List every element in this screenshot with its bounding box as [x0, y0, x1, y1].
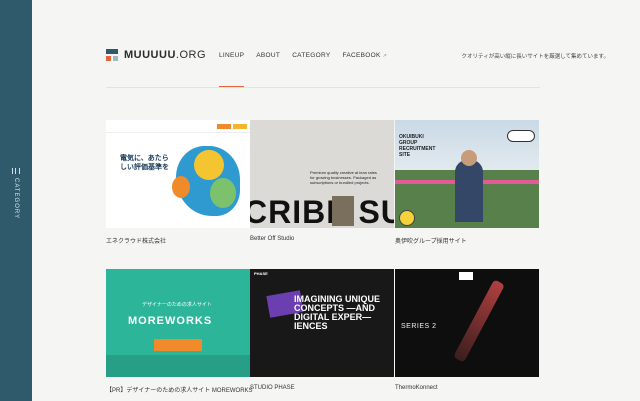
site-card[interactable]: Premium quality creative at lean rates f…: [250, 120, 394, 242]
site-thumbnail[interactable]: 電気に、あたらしい評価基準を: [106, 120, 250, 228]
thumb-logo: MOREWORKS: [128, 315, 213, 327]
site-thumbnail[interactable]: Premium quality creative at lean rates f…: [250, 120, 394, 228]
site-thumbnail[interactable]: SERIES 2: [395, 269, 539, 377]
logo-text: MUUUUU.ORG: [124, 49, 207, 61]
card-title[interactable]: エネクラウド株式会社: [106, 236, 250, 245]
nav-facebook[interactable]: FACEBOOK ↗: [342, 52, 387, 87]
thumb-headline: IMAGINING UNIQUE CONCEPTS —AND DIGITAL E…: [294, 294, 381, 331]
nav-lineup[interactable]: LINEUP: [219, 52, 245, 87]
site-card[interactable]: SERIES 2 ThermoKonnect: [395, 269, 539, 391]
card-title[interactable]: ThermoKonnect: [395, 385, 539, 391]
card-title[interactable]: Better Off Studio: [250, 236, 394, 242]
header-divider: [106, 87, 540, 88]
card-title[interactable]: STUDIO PHASE: [250, 385, 394, 391]
card-title[interactable]: 奥伊吹グループ採用サイト: [395, 236, 539, 245]
logo-mark-icon: [106, 49, 118, 61]
site-header: MUUUUU.ORG LINEUP ABOUT CATEGORY FACEBOO…: [32, 0, 640, 88]
thumb-subtitle: デザイナーのための求人サイト: [142, 302, 212, 308]
sidebar-label: CATEGORY: [13, 178, 19, 220]
site-card[interactable]: PHASE IMAGINING UNIQUE CONCEPTS —AND DIG…: [250, 269, 394, 391]
site-card[interactable]: 電気に、あたらしい評価基準を エネクラウド株式会社: [106, 120, 250, 245]
thumb-headline: 電気に、あたらしい評価基準を: [120, 155, 169, 171]
site-logo[interactable]: MUUUUU.ORG: [106, 49, 206, 61]
sidebar: CATEGORY: [0, 0, 32, 401]
thumb-headline: OKUIBUKI GROUP RECRUITMENT SITE: [399, 134, 436, 158]
category-sidebar-tab[interactable]: CATEGORY: [0, 168, 32, 228]
nav-about[interactable]: ABOUT: [256, 52, 280, 87]
card-title[interactable]: 【PR】デザイナーのための求人サイト MOREWORKS: [106, 385, 253, 394]
nav-category[interactable]: CATEGORY: [292, 52, 330, 87]
site-card[interactable]: OKUIBUKI GROUP RECRUITMENT SITE 奥伊吹グループ採…: [395, 120, 539, 245]
thumb-headline: SERIES 2: [401, 323, 437, 330]
thumb-header: PHASE: [254, 271, 268, 276]
thumb-copy: Premium quality creative at lean rates f…: [310, 170, 377, 185]
site-thumbnail[interactable]: デザイナーのための求人サイト MOREWORKS: [106, 269, 250, 377]
external-link-icon: ↗: [382, 53, 388, 59]
thumb-big-text: CRIBE SU: [250, 194, 394, 228]
menu-lines-icon: [12, 168, 20, 174]
main-nav: LINEUP ABOUT CATEGORY FACEBOOK ↗: [219, 52, 387, 87]
site-card[interactable]: デザイナーのための求人サイト MOREWORKS 【PR】デザイナーのための求人…: [106, 269, 253, 394]
tagline: クオリティが高い縦に長いサイトを厳選して集めています。: [461, 54, 609, 60]
site-thumbnail[interactable]: OKUIBUKI GROUP RECRUITMENT SITE: [395, 120, 539, 228]
site-thumbnail[interactable]: PHASE IMAGINING UNIQUE CONCEPTS —AND DIG…: [250, 269, 394, 377]
